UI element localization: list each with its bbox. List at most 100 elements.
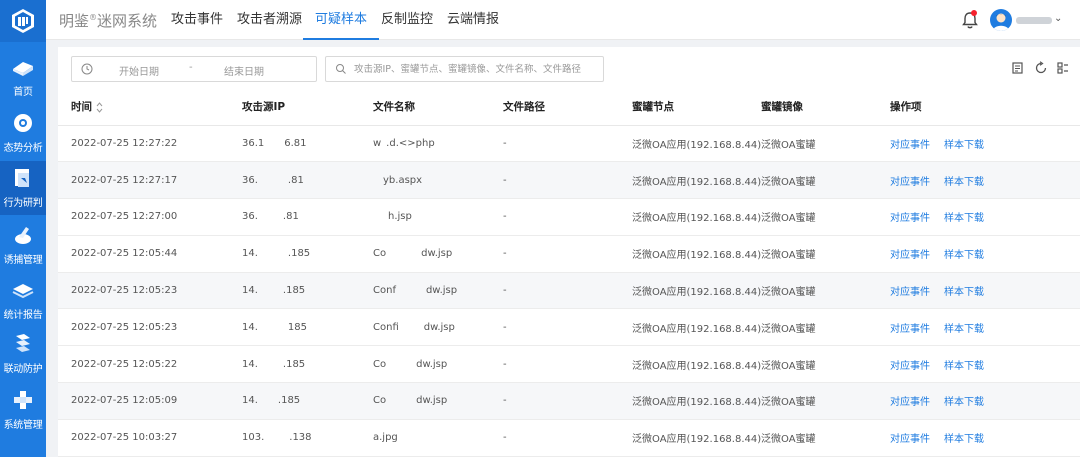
sort-icon[interactable] [96,101,103,113]
table-header-row: 时间 攻击源IP 文件名称 文件路径 蜜罐节点 蜜罐镜像 操作项 [58,89,1080,126]
avatar[interactable] [990,9,1012,31]
home-icon [11,56,35,78]
cell-time: 2022-07-25 12:05:44 [58,235,242,273]
cell-source-ip: 14. 185 [242,308,373,347]
cell-file-name: Co dw.jsp [373,345,503,384]
behavior-icon [11,167,35,189]
table-row: 2022-07-25 12:05:23 14. 185 Confi dw.jsp - 泛… [58,308,1080,347]
search-box[interactable] [325,56,604,82]
cell-honeypot-image: 泛微OA蜜罐 [761,161,890,200]
samples-table: 时间 攻击源IP 文件名称 文件路径 蜜罐节点 蜜罐镜像 操作项 2022-07… [58,89,1080,457]
samples-panel: 开始日期 - 结束日期 时间 攻击源IP [58,47,1080,457]
sidebar-label-settings: 系统管理 [3,420,43,431]
situation-icon [11,112,35,134]
cell-file-path: - [503,235,632,273]
cell-honeypot-node: 泛微OA应用(192.168.8.44) [632,235,761,273]
cell-actions: 对应事件 样本下载 [890,382,1080,420]
app-logo[interactable] [0,0,46,42]
cell-honeypot-node: 泛微OA应用(192.168.8.44) [632,382,761,420]
cell-honeypot-node: 泛微OA应用(192.168.8.44) [632,125,761,163]
refresh-icon[interactable] [1034,61,1048,75]
download-sample-link[interactable]: 样本下载 [944,397,984,408]
column-header-time[interactable]: 时间 [58,89,242,126]
cell-time: 2022-07-25 10:03:27 [58,419,242,457]
sidebar-item-linkage[interactable]: 联动防护 [0,327,46,381]
cell-source-ip: 36. .81 [242,198,373,236]
sidebar-item-situation[interactable]: 态势分析 [0,106,46,160]
chevron-down-icon[interactable]: ⌄ [1054,13,1062,24]
list-settings-icon[interactable] [1011,61,1025,75]
cell-actions: 对应事件 样本下载 [890,308,1080,347]
table-row: 2022-07-25 12:27:00 36. .81 h.jsp - 泛微OA应用(… [58,198,1080,236]
search-input[interactable] [354,61,599,77]
column-header-file-name: 文件名称 [373,89,503,126]
cell-honeypot-image: 泛微OA蜜罐 [761,198,890,236]
cell-honeypot-image: 泛微OA蜜罐 [761,382,890,420]
cell-actions: 对应事件 样本下载 [890,235,1080,273]
cell-source-ip: 14. .185 [242,235,373,273]
table-row: 2022-07-25 10:03:27 103. .138 a.jpg - 泛微OA应用… [58,419,1080,457]
cell-actions: 对应事件 样本下载 [890,272,1080,310]
download-sample-link[interactable]: 样本下载 [944,287,984,298]
sidebar-item-behavior[interactable]: 行为研判 [0,161,46,215]
cell-file-name: a.jpg [373,419,503,457]
bell-icon[interactable] [960,10,980,30]
download-sample-link[interactable]: 样本下载 [944,434,984,445]
sidebar-item-home[interactable]: 首页 [0,50,46,104]
cell-file-path: - [503,161,632,200]
column-header-file-path: 文件路径 [503,89,632,126]
cell-file-name: Co dw.jsp [373,235,503,273]
cell-honeypot-image: 泛微OA蜜罐 [761,272,890,310]
cell-time: 2022-07-25 12:27:22 [58,125,242,163]
view-event-link[interactable]: 对应事件 [890,140,930,151]
cell-file-path: - [503,272,632,310]
sidebar-item-trap[interactable]: 诱捕管理 [0,218,46,272]
sidebar-item-report[interactable]: 统计报告 [0,273,46,327]
date-separator: - [189,62,193,73]
download-sample-link[interactable]: 样本下载 [944,213,984,224]
column-settings-icon[interactable] [1056,61,1070,75]
view-event-link[interactable]: 对应事件 [890,250,930,261]
username-masked[interactable] [1016,17,1052,24]
view-event-link[interactable]: 对应事件 [890,213,930,224]
cell-honeypot-image: 泛微OA蜜罐 [761,125,890,163]
cell-file-name: Confi dw.jsp [373,308,503,347]
column-header-honeypot-image: 蜜罐镜像 [761,89,890,126]
date-range-picker[interactable]: 开始日期 - 结束日期 [71,56,317,82]
download-sample-link[interactable]: 样本下载 [944,324,984,335]
clock-icon [81,63,93,75]
nav-counter-monitor[interactable]: 反制监控 [381,0,433,40]
table-row: 2022-07-25 12:27:17 36. .81 yb.aspx - 泛微OA应… [58,161,1080,200]
cell-time: 2022-07-25 12:27:00 [58,198,242,236]
column-header-honeypot-node: 蜜罐节点 [632,89,761,126]
sidebar-item-settings[interactable]: 系统管理 [0,383,46,437]
start-date-placeholder[interactable]: 开始日期 [119,63,159,78]
view-event-link[interactable]: 对应事件 [890,177,930,188]
download-sample-link[interactable]: 样本下载 [944,140,984,151]
table-row: 2022-07-25 12:05:22 14. .185 Co dw.jsp - 泛微O… [58,345,1080,384]
nav-attack-events[interactable]: 攻击事件 [171,0,223,40]
download-sample-link[interactable]: 样本下载 [944,177,984,188]
trap-icon [11,224,35,246]
end-date-placeholder[interactable]: 结束日期 [224,63,264,78]
cell-file-path: - [503,198,632,236]
cell-file-name: Conf dw.jsp [373,272,503,310]
cell-file-path: - [503,125,632,163]
cell-time: 2022-07-25 12:27:17 [58,161,242,200]
view-event-link[interactable]: 对应事件 [890,397,930,408]
cell-source-ip: 14. .185 [242,382,373,420]
nav-cloud-intel[interactable]: 云端情报 [447,0,499,40]
view-event-link[interactable]: 对应事件 [890,361,930,372]
view-event-link[interactable]: 对应事件 [890,434,930,445]
view-event-link[interactable]: 对应事件 [890,324,930,335]
view-event-link[interactable]: 对应事件 [890,287,930,298]
nav-attacker-trace[interactable]: 攻击者溯源 [237,0,302,40]
nav-suspicious-samples[interactable]: 可疑样本 [303,0,380,40]
download-sample-link[interactable]: 样本下载 [944,250,984,261]
sidebar-label-trap: 诱捕管理 [3,255,43,266]
download-sample-link[interactable]: 样本下载 [944,361,984,372]
cell-source-ip: 103. .138 [242,419,373,457]
notification-dot [971,10,977,16]
cell-source-ip: 36. .81 [242,161,373,200]
cell-honeypot-image: 泛微OA蜜罐 [761,235,890,273]
